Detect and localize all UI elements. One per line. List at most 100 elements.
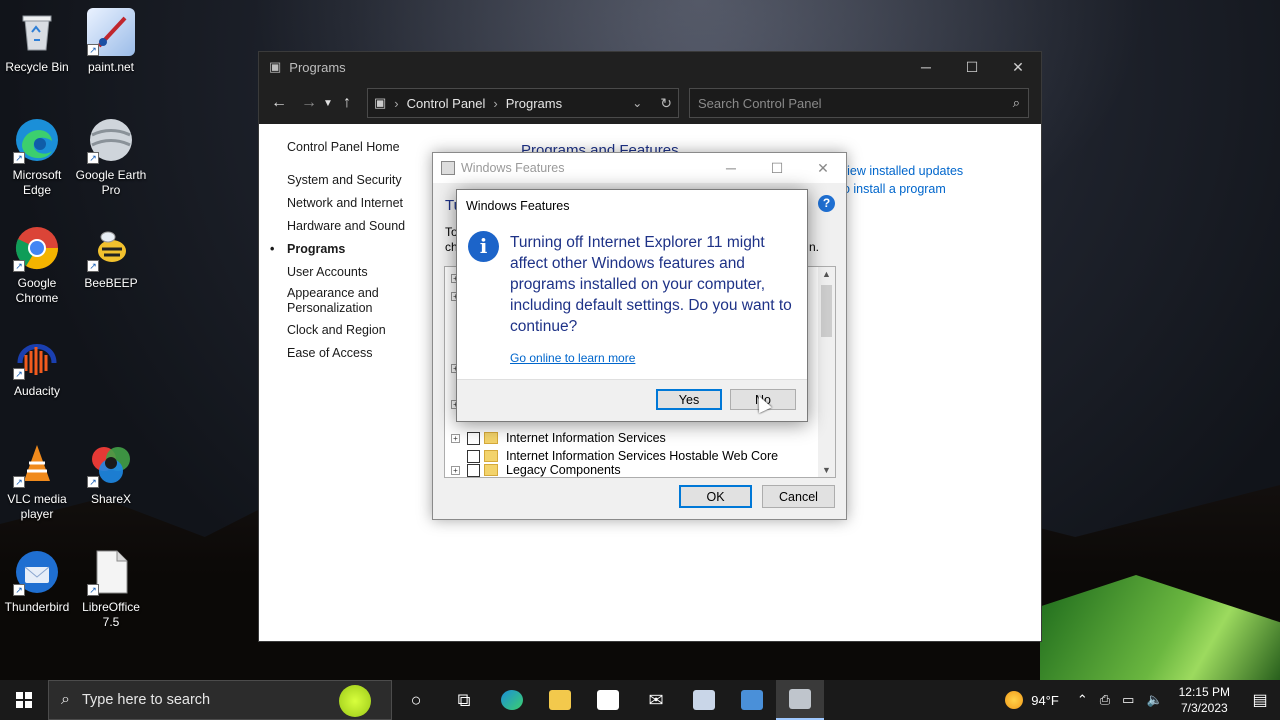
desktop-icon-sharex[interactable]: ↗ ShareX — [74, 440, 148, 507]
usb-icon[interactable]: ⎙ — [1100, 692, 1110, 708]
edge-icon — [501, 690, 523, 710]
windows-logo-icon — [16, 692, 32, 708]
desktop-icon-label: LibreOffice 7.5 — [82, 600, 140, 629]
breadcrumb-programs[interactable]: Programs — [506, 96, 562, 111]
shortcut-arrow-icon: ↗ — [87, 260, 99, 272]
feature-checkbox[interactable] — [467, 449, 480, 463]
desktop-icon-label: BeeBEEP — [84, 276, 138, 290]
taskbar-app-window[interactable] — [680, 680, 728, 720]
sidebar-item-network[interactable]: Network and Internet — [287, 194, 405, 217]
task-view-icon[interactable]: ⧉ — [440, 680, 488, 720]
ok-button[interactable]: OK — [679, 485, 752, 508]
desktop-icon-label: Google Chrome — [15, 276, 59, 305]
close-button[interactable]: ✕ — [800, 160, 846, 177]
control-panel-icon — [789, 689, 811, 709]
sidebar-item-home[interactable]: Control Panel Home — [287, 138, 405, 161]
help-icon[interactable]: ? — [818, 195, 835, 212]
expand-icon[interactable]: + — [451, 433, 460, 443]
sidebar-item-ease-of-access[interactable]: Ease of Access — [287, 344, 405, 367]
scrollbar[interactable]: ▲ ▼ — [818, 267, 835, 477]
search-input[interactable]: Search Control Panel ⌕ — [689, 88, 1029, 118]
desktop-icon-edge[interactable]: ↗ Microsoft Edge — [0, 116, 74, 198]
sidebar-item-hardware[interactable]: Hardware and Sound — [287, 217, 405, 240]
libreoffice-icon: ↗ — [87, 548, 135, 596]
volume-muted-icon[interactable]: 🔈 — [1146, 692, 1162, 708]
taskbar-mail[interactable]: ✉ — [632, 680, 680, 720]
confirmation-dialog[interactable]: Windows Features i Turning off Internet … — [456, 189, 808, 422]
taskbar-store[interactable] — [584, 680, 632, 720]
yes-button[interactable]: Yes — [656, 389, 722, 410]
clock[interactable]: 12:15 PM 7/3/2023 — [1179, 684, 1230, 716]
minimize-button[interactable]: ─ — [903, 52, 949, 82]
feature-label: Internet Information Services — [506, 431, 666, 445]
sidebar-item-system-security[interactable]: System and Security — [287, 171, 405, 194]
view-installed-updates-link[interactable]: View installed updates — [839, 164, 963, 178]
desktop-icon-recycle-bin[interactable]: Recycle Bin — [0, 8, 74, 75]
confirm-message: Turning off Internet Explorer 11 might a… — [510, 234, 792, 335]
desktop-icon-chrome[interactable]: ↗ Google Chrome — [0, 224, 74, 306]
desktop-icon-libreoffice[interactable]: ↗ LibreOffice 7.5 — [74, 548, 148, 630]
desktop-icon-beebeep[interactable]: ↗ BeeBEEP — [74, 224, 148, 291]
feature-checkbox[interactable] — [467, 463, 480, 477]
sidebar-item-programs[interactable]: Programs — [270, 240, 405, 263]
minimize-button[interactable]: ─ — [708, 160, 754, 177]
chevron-down-icon[interactable]: ⌄ — [632, 96, 642, 110]
audacity-icon: ↗ — [13, 332, 61, 380]
taskbar-edge[interactable] — [488, 680, 536, 720]
cortana-icon[interactable]: ○ — [392, 680, 440, 720]
sidebar-item-user-accounts[interactable]: User Accounts — [287, 263, 405, 286]
thunderbird-icon: ↗ — [13, 548, 61, 596]
list-item[interactable]: + Legacy Components — [451, 463, 621, 477]
folder-icon — [549, 690, 571, 710]
install-program-link[interactable]: w to install a program — [827, 182, 963, 196]
sidebar-item-clock-region[interactable]: Clock and Region — [287, 321, 405, 344]
taskbar-control-panel[interactable] — [776, 680, 824, 720]
dialog-titlebar[interactable]: Windows Features ─ ☐ ✕ — [433, 153, 846, 183]
confirm-dialog-title: Windows Features — [466, 199, 570, 213]
chrome-icon: ↗ — [13, 224, 61, 272]
recycle-bin-icon — [13, 8, 61, 56]
breadcrumb-separator-icon: › — [394, 95, 399, 111]
breadcrumb-control-panel[interactable]: Control Panel — [407, 96, 486, 111]
section-links: View installed updates w to install a pr… — [827, 164, 963, 196]
shortcut-arrow-icon: ↗ — [13, 584, 25, 596]
desktop-icon-thunderbird[interactable]: ↗ Thunderbird — [0, 548, 74, 615]
network-icon[interactable]: ▭ — [1122, 692, 1134, 708]
desktop-icon-paintnet[interactable]: ↗ paint.net — [74, 8, 148, 75]
sidebar-item-appearance[interactable]: Appearance and Personalization — [287, 286, 397, 321]
forward-arrow-icon[interactable]: → — [297, 91, 321, 115]
taskbar-app-card[interactable] — [728, 680, 776, 720]
desktop-icon-label: ShareX — [90, 492, 132, 506]
cancel-button[interactable]: Cancel — [762, 485, 835, 508]
desktop-icon-vlc[interactable]: ↗ VLC media player — [0, 440, 74, 522]
refresh-icon[interactable]: ↻ — [660, 95, 672, 112]
taskbar-file-explorer[interactable] — [536, 680, 584, 720]
close-button[interactable]: ✕ — [995, 52, 1041, 82]
start-button[interactable] — [0, 680, 48, 720]
recent-locations-chevron-icon[interactable]: ▼ — [321, 91, 335, 115]
store-icon — [597, 690, 619, 710]
list-item[interactable]: + Internet Information Services — [451, 429, 666, 447]
window-titlebar[interactable]: ▣ Programs ─ ☐ ✕ — [259, 52, 1041, 82]
shortcut-arrow-icon: ↗ — [87, 584, 99, 596]
learn-more-link[interactable]: Go online to learn more — [510, 351, 635, 365]
notifications-icon[interactable]: ▤ — [1240, 690, 1280, 710]
address-bar[interactable]: ▣ › Control Panel › Programs ⌄ ↻ — [367, 88, 679, 118]
scroll-down-icon[interactable]: ▼ — [818, 465, 835, 475]
maximize-button[interactable]: ☐ — [949, 52, 995, 82]
windows-features-icon — [441, 161, 455, 175]
info-icon: i — [468, 231, 499, 262]
weather-widget[interactable]: 94°F — [1005, 691, 1059, 709]
expand-icon[interactable]: + — [451, 465, 460, 475]
up-arrow-icon[interactable]: ↑ — [335, 91, 359, 115]
scroll-up-icon[interactable]: ▲ — [818, 269, 835, 279]
chevron-up-icon[interactable]: ⌃ — [1077, 692, 1088, 708]
taskbar-search-input[interactable]: ⌕ Type here to search — [48, 680, 392, 720]
desktop-icon-audacity[interactable]: ↗ Audacity — [0, 332, 74, 399]
scroll-thumb[interactable] — [821, 285, 832, 337]
sharex-icon: ↗ — [87, 440, 135, 488]
feature-checkbox[interactable] — [467, 431, 480, 445]
back-arrow-icon[interactable]: ← — [267, 91, 291, 115]
desktop-icon-google-earth[interactable]: ↗ Google Earth Pro — [74, 116, 148, 198]
maximize-button[interactable]: ☐ — [754, 160, 800, 177]
